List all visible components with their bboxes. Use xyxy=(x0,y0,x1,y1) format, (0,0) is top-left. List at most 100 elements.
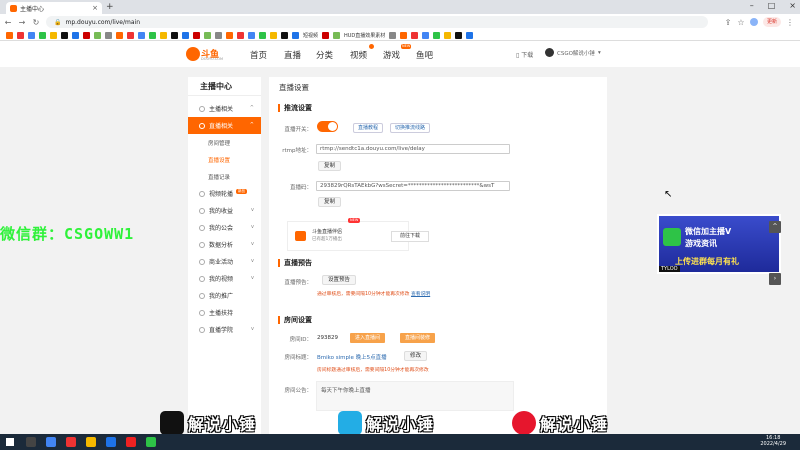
bookmark-icon[interactable] xyxy=(193,31,200,39)
decorate-room-button[interactable]: 直播间装修 xyxy=(400,333,436,343)
bookmark-icon[interactable] xyxy=(116,31,123,39)
update-button[interactable]: 更新 xyxy=(762,17,781,27)
app-icon[interactable] xyxy=(126,437,136,447)
url-input[interactable]: 🔒 mp.douyu.com/live/main xyxy=(46,16,708,28)
bookmark-icon[interactable] xyxy=(389,31,397,39)
nav-video[interactable]: 视频 xyxy=(350,49,367,61)
bookmark-icon[interactable] xyxy=(259,31,266,39)
sidebar-item-my-videos[interactable]: 我的视频 v xyxy=(188,270,261,287)
bookmark-icon[interactable] xyxy=(6,31,13,39)
bookmark-icon[interactable] xyxy=(400,31,408,39)
bookmark-icon[interactable] xyxy=(466,31,474,39)
sidebar-item-income[interactable]: 我的收益 v xyxy=(188,202,261,219)
maximize-icon[interactable]: □ xyxy=(768,1,776,10)
search-icon[interactable] xyxy=(26,437,36,447)
sidebar-item-business[interactable]: 商业活动 v xyxy=(188,253,261,270)
nav-home[interactable]: 首页 xyxy=(250,49,267,61)
bookmark-icon[interactable] xyxy=(292,31,299,39)
bookmark-label[interactable]: 短视频 xyxy=(303,32,318,39)
sidebar-sub-settings[interactable]: 直播设置 xyxy=(188,151,261,167)
stream-code-field[interactable]: 293829rQRsTAEkbG?wsSecret=**************… xyxy=(316,181,510,191)
notice-textarea[interactable]: 每天下午你晚上直播 xyxy=(316,381,514,411)
sidebar-item-video-loop[interactable]: 视频轮播 xyxy=(188,185,261,202)
bookmark-icon[interactable] xyxy=(182,31,189,39)
bookmark-icon[interactable] xyxy=(433,31,441,39)
bookmark-icon[interactable] xyxy=(270,31,277,39)
close-window-icon[interactable]: × xyxy=(789,1,796,10)
bookmark-icon[interactable] xyxy=(28,31,35,39)
modify-title-button[interactable]: 修改 xyxy=(404,351,428,361)
star-icon[interactable]: ☆ xyxy=(737,18,745,27)
copy-code-button[interactable]: 复制 xyxy=(318,197,342,207)
menu-icon[interactable]: ⋮ xyxy=(786,18,794,27)
set-preview-button[interactable]: 设置预告 xyxy=(322,275,357,285)
bookmark-icon[interactable] xyxy=(149,31,156,39)
bookmark-icon[interactable] xyxy=(248,31,255,39)
sidebar-item-guild[interactable]: 我的公会 v xyxy=(188,219,261,236)
bookmark-icon[interactable] xyxy=(61,31,68,39)
nav-game[interactable]: 游戏 xyxy=(383,49,400,61)
bookmark-icon[interactable] xyxy=(237,31,244,39)
bookmark-icon[interactable] xyxy=(105,31,112,39)
bookmark-icon[interactable] xyxy=(17,31,24,39)
forward-icon[interactable]: → xyxy=(18,18,26,27)
bookmark-label[interactable]: HUD直播效果素材 xyxy=(344,32,385,39)
nav-live[interactable]: 直播 xyxy=(284,49,301,61)
enter-room-button[interactable]: 进入直播间 xyxy=(350,333,386,343)
bookmark-icon[interactable] xyxy=(83,31,90,39)
sidebar-item-support[interactable]: 主播扶持 xyxy=(188,304,261,321)
copy-rtmp-button[interactable]: 复制 xyxy=(318,161,342,171)
sidebar-item-academy[interactable]: 直播学院 v xyxy=(188,321,261,338)
app-icon[interactable] xyxy=(66,437,76,447)
bookmark-icon[interactable] xyxy=(226,31,233,39)
bookmark-icon[interactable] xyxy=(422,31,430,39)
sidebar-item-analytics[interactable]: 数据分析 v xyxy=(188,236,261,253)
bookmark-icon[interactable] xyxy=(72,31,79,39)
user-menu[interactable]: CSGO解说小锤 ▾ xyxy=(545,48,601,57)
douyu-logo[interactable]: 斗鱼 DOUYU.COM xyxy=(186,45,226,63)
download-app-button[interactable]: 前往下载 xyxy=(391,231,429,242)
live-tutorial-button[interactable]: 直播教程 xyxy=(353,123,384,133)
preview-help-link[interactable]: 查看说明 xyxy=(411,292,430,297)
arrow-up-icon[interactable]: ^ xyxy=(769,221,781,233)
sidebar-item-promotion[interactable]: 我的推广 xyxy=(188,287,261,304)
minimize-icon[interactable]: – xyxy=(750,1,754,10)
sidebar-sub-room[interactable]: 房间管理 xyxy=(188,134,261,150)
profile-icon[interactable] xyxy=(749,18,758,26)
sidebar-item-anchor[interactable]: 主播相关 ^ xyxy=(188,100,261,117)
reload-icon[interactable]: ↻ xyxy=(32,18,40,27)
bookmark-icon[interactable] xyxy=(322,31,330,39)
close-icon[interactable]: × xyxy=(92,4,98,12)
sidebar-sub-records[interactable]: 直播记录 xyxy=(188,168,261,184)
bookmark-icon[interactable] xyxy=(171,31,178,39)
download-link[interactable]: ▯ 下载 xyxy=(516,50,533,59)
bookmark-icon[interactable] xyxy=(127,31,134,39)
bookmark-icon[interactable] xyxy=(138,31,145,39)
bookmark-icon[interactable] xyxy=(455,31,463,39)
bookmark-icon[interactable] xyxy=(204,31,211,39)
nav-category[interactable]: 分类 xyxy=(316,49,333,61)
rtmp-field[interactable]: rtmp://sendtc1a.douyu.com/live/delay xyxy=(316,144,510,154)
sidebar-item-live[interactable]: 直播相关 ^ xyxy=(188,117,261,134)
arrow-right-icon[interactable]: › xyxy=(769,273,781,285)
bookmark-icon[interactable] xyxy=(50,31,57,39)
live-toggle[interactable] xyxy=(317,121,338,132)
bookmark-icon[interactable] xyxy=(333,31,341,39)
back-icon[interactable]: ← xyxy=(4,18,12,27)
bookmark-icon[interactable] xyxy=(94,31,101,39)
bookmark-icon[interactable] xyxy=(160,31,167,39)
bookmark-icon[interactable] xyxy=(444,31,452,39)
browser-tab[interactable]: 主播中心 × xyxy=(6,2,102,14)
app-icon[interactable] xyxy=(106,437,116,447)
bookmark-icon[interactable] xyxy=(411,31,419,39)
windows-start-icon[interactable] xyxy=(6,438,14,446)
chrome-icon[interactable] xyxy=(46,437,56,447)
switch-line-button[interactable]: 切换推流线路 xyxy=(390,123,431,133)
wechat-icon[interactable] xyxy=(146,437,156,447)
bookmark-icon[interactable] xyxy=(39,31,46,39)
new-tab-icon[interactable]: + xyxy=(106,2,114,12)
bookmark-icon[interactable] xyxy=(281,31,288,39)
nav-fishbar[interactable]: 鱼吧 xyxy=(416,49,433,61)
folder-icon[interactable] xyxy=(86,437,96,447)
share-icon[interactable]: ⇪ xyxy=(724,18,732,27)
